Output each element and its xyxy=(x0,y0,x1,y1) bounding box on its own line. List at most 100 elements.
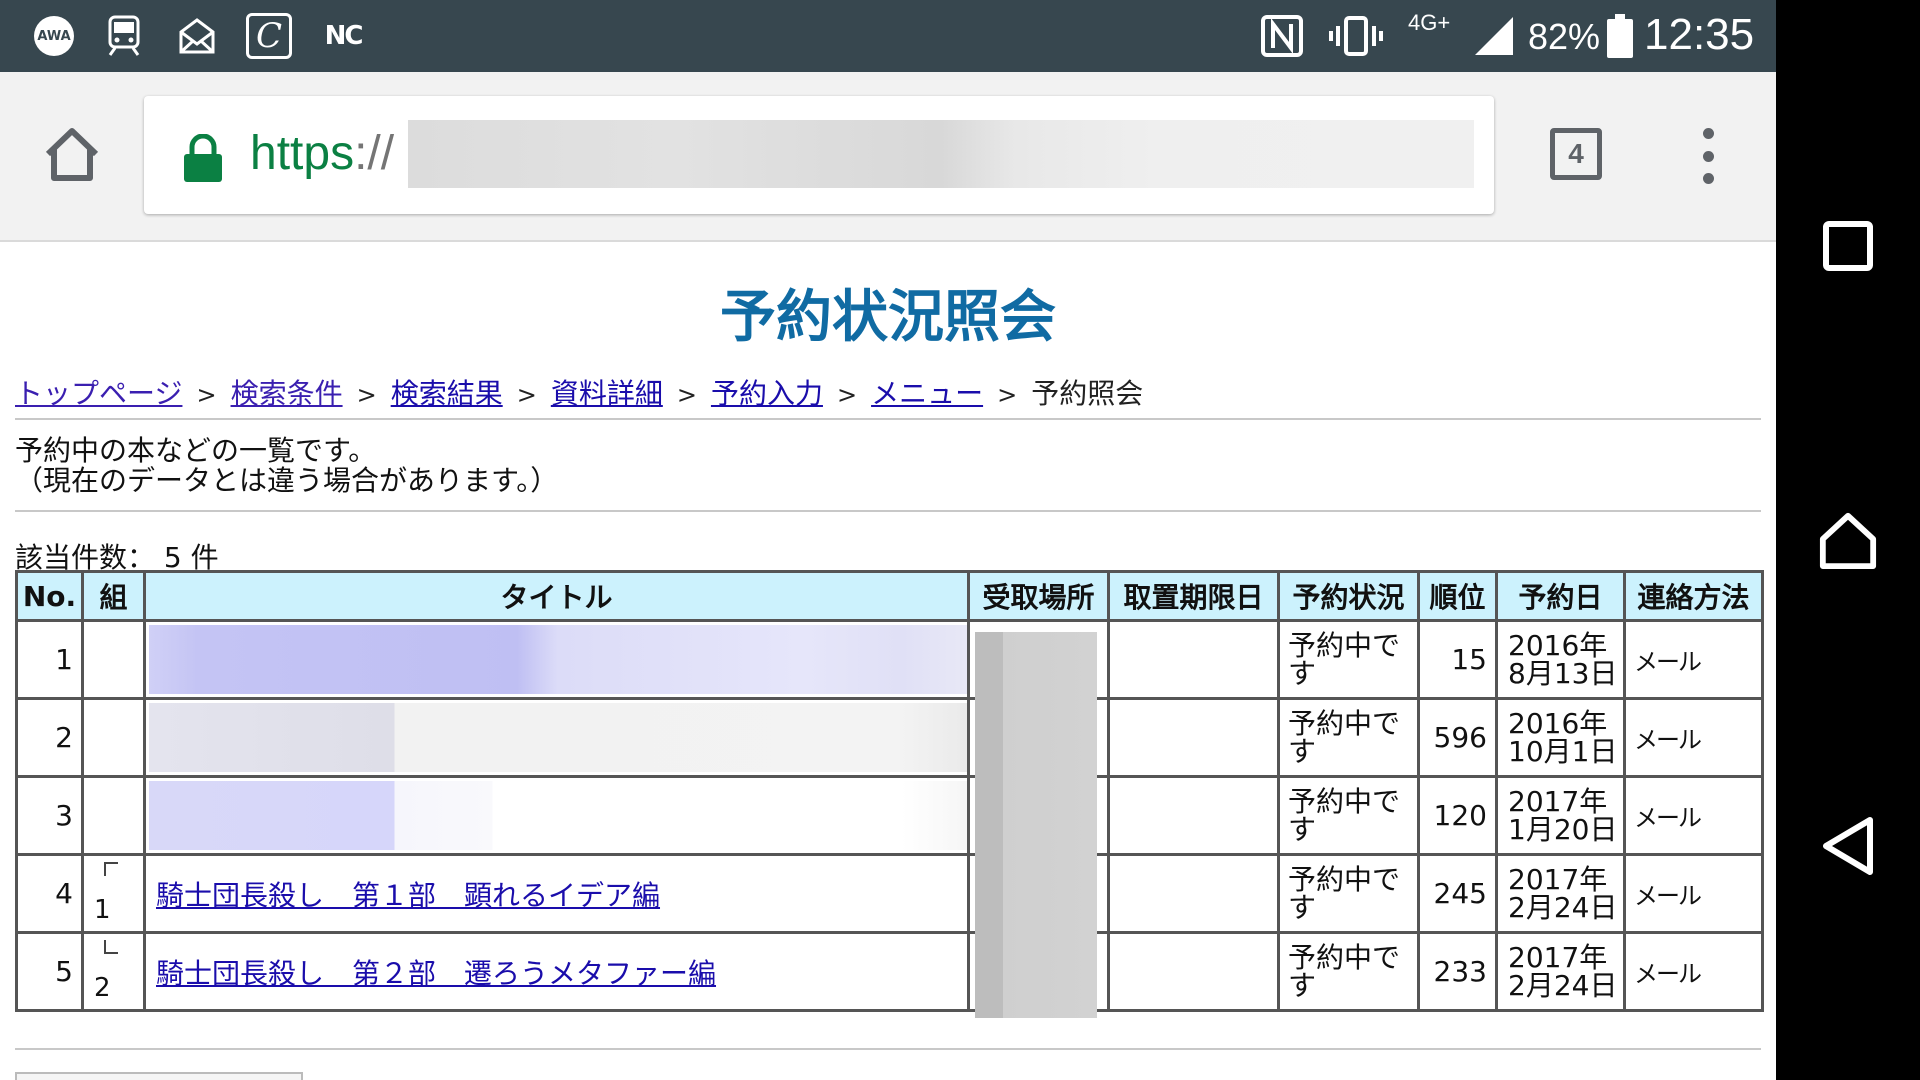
awa-icon: AWA xyxy=(34,16,74,56)
breadcrumb-separator: > xyxy=(196,381,217,409)
page-title: 予約状況照会 xyxy=(720,285,1056,350)
menu-dot-icon xyxy=(1702,128,1714,139)
breadcrumb-separator: > xyxy=(836,381,858,409)
row-deadline xyxy=(1107,619,1280,700)
signal-icon xyxy=(1472,13,1516,59)
table-row: 3 予約中です 120 2017年1月20日 メール xyxy=(15,775,1764,856)
redacted-title xyxy=(149,703,966,772)
android-home-icon xyxy=(1819,512,1877,570)
redacted-title xyxy=(149,625,966,694)
breadcrumb-menu[interactable]: メニュー xyxy=(871,377,983,410)
row-title-redacted xyxy=(143,775,970,856)
nc-app-icon: NC xyxy=(324,21,364,51)
table-row: 2 予約中です 596 2016年10月1日 メール xyxy=(15,697,1764,778)
breadcrumb-current: 予約照会 xyxy=(1031,377,1144,410)
row-title: 騎士団長殺し 第１部 顕れるイデア編 xyxy=(143,853,970,934)
column-header-title: タイトル xyxy=(143,570,970,622)
home-icon xyxy=(45,128,99,181)
menu-button[interactable] xyxy=(1688,128,1728,184)
row-contact: メール xyxy=(1623,619,1764,700)
row-title: 騎士団長殺し 第２部 遷ろうメタファー編 xyxy=(143,931,970,1012)
url-text: https:// xyxy=(250,127,395,180)
row-date: 2016年10月1日 xyxy=(1495,697,1626,778)
tab-switcher-button[interactable]: 4 xyxy=(1550,128,1602,180)
recents-icon xyxy=(1823,221,1873,271)
row-group: 1 xyxy=(81,853,146,934)
reservation-table: No. 組 タイトル 受取場所 取置期限日 予約状況 順位 予約日 連絡方法 1 xyxy=(15,570,1764,1012)
status-bar: AWA C NC 4G+ 82% 12:35 xyxy=(0,0,1776,72)
breadcrumb-separator: > xyxy=(676,381,697,409)
row-group xyxy=(81,697,146,778)
row-deadline xyxy=(1107,697,1280,778)
breadcrumb-search-conditions[interactable]: 検索条件 xyxy=(231,377,343,410)
row-date: 2016年8月13日 xyxy=(1495,619,1626,700)
battery-percent: 82% xyxy=(1528,16,1601,57)
browser-toolbar: https:// 4 xyxy=(0,72,1776,242)
row-status: 予約中です xyxy=(1277,775,1420,856)
breadcrumb-separator: > xyxy=(516,381,537,409)
row-status: 予約中です xyxy=(1277,697,1420,778)
breadcrumb-top-page[interactable]: トップページ xyxy=(15,377,182,410)
title-link[interactable]: 騎士団長殺し 第２部 遷ろうメタファー編 xyxy=(156,957,716,990)
column-header-status: 予約状況 xyxy=(1277,570,1420,622)
row-deadline xyxy=(1107,775,1280,856)
row-no: 1 xyxy=(15,619,84,700)
row-deadline xyxy=(1107,853,1280,934)
row-no: 4 xyxy=(15,853,84,934)
network-type: 4G+ xyxy=(1408,10,1451,35)
row-contact: メール xyxy=(1623,853,1764,934)
android-nav-bar xyxy=(1776,0,1920,1080)
column-header-pickup-place: 受取場所 xyxy=(967,570,1110,622)
column-header-rank: 順位 xyxy=(1417,570,1498,622)
group-bracket-end-icon xyxy=(104,940,118,954)
home-button[interactable] xyxy=(40,122,104,186)
battery-icon xyxy=(1606,13,1634,59)
title-link[interactable]: 騎士団長殺し 第１部 顕れるイデア編 xyxy=(156,879,660,912)
pickup-place-redacted xyxy=(975,632,1097,1018)
back-button[interactable] xyxy=(1818,816,1878,876)
breadcrumb-search-results[interactable]: 検索結果 xyxy=(391,377,503,410)
divider xyxy=(15,1048,1761,1050)
row-status: 予約中です xyxy=(1277,853,1420,934)
recents-button[interactable] xyxy=(1818,216,1878,276)
url-bar[interactable]: https:// xyxy=(144,96,1494,214)
row-rank: 245 xyxy=(1417,853,1498,934)
page-content: 予約状況照会 トップページ > 検索条件 > 検索結果 > 資料詳細 > 予約入力 > メニュー > 予… xyxy=(0,242,1776,1080)
row-rank: 120 xyxy=(1417,775,1498,856)
group-bracket-start-icon xyxy=(104,862,118,876)
breadcrumb-item-details[interactable]: 資料詳細 xyxy=(551,377,663,410)
row-no: 3 xyxy=(15,775,84,856)
bottom-button-partial[interactable] xyxy=(15,1072,303,1080)
column-header-no: No. xyxy=(15,570,84,622)
row-rank: 15 xyxy=(1417,619,1498,700)
row-date: 2017年2月24日 xyxy=(1495,853,1626,934)
column-header-group: 組 xyxy=(81,570,146,622)
redacted-title xyxy=(149,781,966,850)
row-contact: メール xyxy=(1623,775,1764,856)
breadcrumb: トップページ > 検索条件 > 検索結果 > 資料詳細 > 予約入力 > メニュー > 予約照会 xyxy=(15,372,1143,412)
row-no: 5 xyxy=(15,931,84,1012)
menu-dot-icon xyxy=(1702,150,1714,162)
row-title-redacted xyxy=(143,697,970,778)
row-date: 2017年1月20日 xyxy=(1495,775,1626,856)
row-group: 2 xyxy=(81,931,146,1012)
row-date: 2017年2月24日 xyxy=(1495,931,1626,1012)
group-number: 2 xyxy=(94,973,111,1003)
breadcrumb-reservation-input[interactable]: 予約入力 xyxy=(711,377,823,410)
row-rank: 233 xyxy=(1417,931,1498,1012)
row-status: 予約中です xyxy=(1277,931,1420,1012)
column-header-hold-deadline: 取置期限日 xyxy=(1107,570,1280,622)
row-no: 2 xyxy=(15,697,84,778)
mail-icon xyxy=(176,13,218,59)
row-deadline xyxy=(1107,931,1280,1012)
lock-icon xyxy=(184,134,222,182)
row-group xyxy=(81,619,146,700)
table-row: 4 1 騎士団長殺し 第１部 顕れるイデア編 予約中です 245 2017年2月… xyxy=(15,853,1764,934)
divider xyxy=(15,418,1761,420)
android-home-button[interactable] xyxy=(1818,510,1878,570)
column-header-reservation-date: 予約日 xyxy=(1495,570,1626,622)
intro-text: 予約中の本などの一覧です。 （現在のデータとは違う場合があります。） xyxy=(15,436,558,496)
row-contact: メール xyxy=(1623,931,1764,1012)
divider xyxy=(15,510,1761,512)
row-rank: 596 xyxy=(1417,697,1498,778)
